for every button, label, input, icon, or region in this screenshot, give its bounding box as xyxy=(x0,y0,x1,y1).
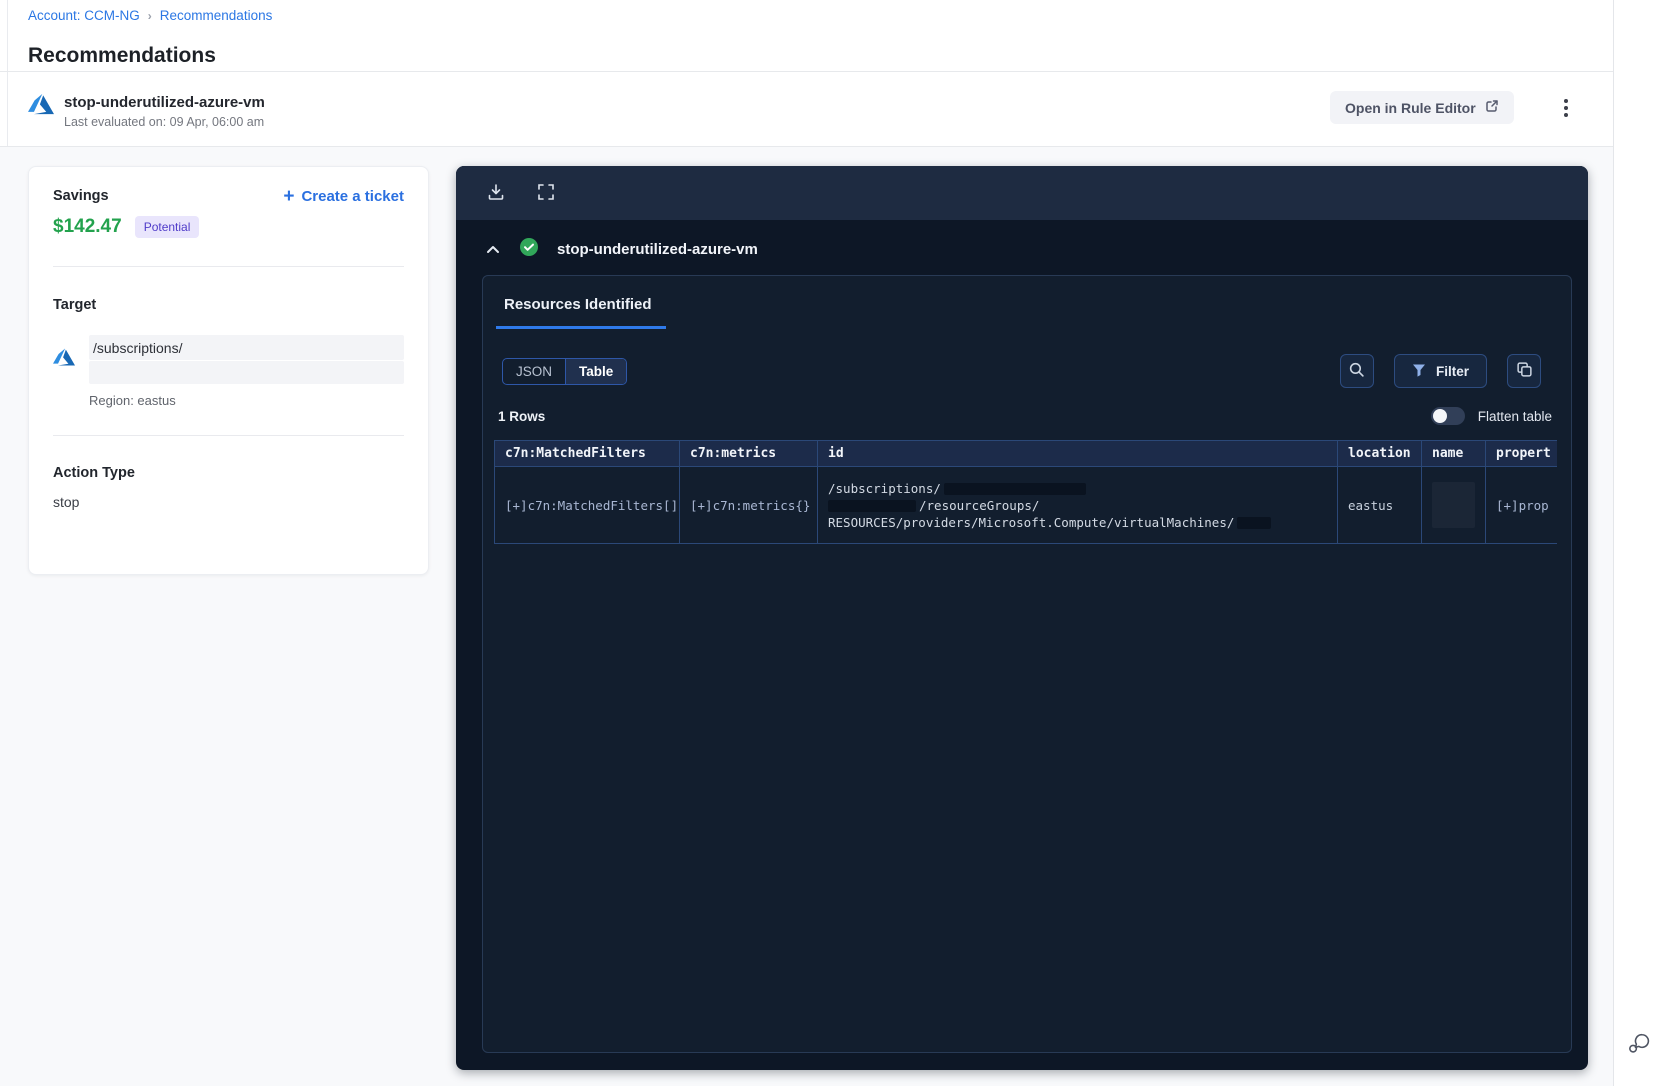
copy-button[interactable] xyxy=(1507,354,1541,388)
search-icon xyxy=(1348,361,1365,381)
more-options-kebab-button[interactable] xyxy=(1552,93,1580,123)
target-region: Region: eastus xyxy=(89,393,176,408)
rule-last-evaluated: Last evaluated on: 09 Apr, 06:00 am xyxy=(64,115,265,129)
breadcrumb-account-link[interactable]: Account: CCM-NG xyxy=(28,8,140,23)
filter-funnel-icon xyxy=(1412,363,1426,380)
resources-table: c7n:MatchedFilters c7n:metrics id locati… xyxy=(494,440,1557,544)
breadcrumb-separator-icon: › xyxy=(147,8,152,23)
table-row: [+]c7n:MatchedFilters[] [+]c7n:metrics{}… xyxy=(494,466,1557,544)
create-ticket-label: Create a ticket xyxy=(301,188,404,205)
create-ticket-button[interactable]: + Create a ticket xyxy=(283,185,404,207)
panel-rule-name: stop-underutilized-azure-vm xyxy=(557,241,758,258)
download-icon xyxy=(486,182,506,205)
target-label: Target xyxy=(53,297,97,313)
open-in-rule-editor-label: Open in Rule Editor xyxy=(1345,99,1476,116)
savings-amount: $142.47 xyxy=(53,216,122,237)
rule-name: stop-underutilized-azure-vm xyxy=(64,94,265,111)
column-header-metrics: c7n:metrics xyxy=(679,440,818,467)
results-panel-toolbar xyxy=(456,166,1588,220)
page-title: Recommendations xyxy=(28,44,216,68)
flatten-table-toggle[interactable] xyxy=(1430,407,1465,425)
view-mode-toggle: JSON Table xyxy=(502,357,628,385)
savings-label: Savings xyxy=(53,188,109,204)
target-path-redacted xyxy=(89,361,404,384)
column-header-id: id xyxy=(817,440,1338,467)
redacted-name-value xyxy=(1432,482,1475,528)
filter-button[interactable]: Filter xyxy=(1393,354,1487,388)
column-header-properties: propert xyxy=(1485,440,1557,467)
divider xyxy=(53,435,404,436)
download-button[interactable] xyxy=(478,175,514,211)
breadcrumb-recommendations-link[interactable]: Recommendations xyxy=(160,8,273,23)
divider xyxy=(0,71,1613,72)
action-type-value: stop xyxy=(53,494,80,510)
search-button[interactable] xyxy=(1339,354,1374,388)
expand-matched-filters[interactable]: [+]c7n:MatchedFilters[] xyxy=(505,498,678,513)
chevron-up-icon xyxy=(486,242,500,257)
toggle-knob xyxy=(1432,409,1447,423)
fullscreen-icon xyxy=(537,183,555,204)
recommendation-summary-card: Savings + Create a ticket $142.47 Potent… xyxy=(28,166,429,575)
rows-count: 1 Rows xyxy=(498,408,546,424)
plus-icon: + xyxy=(283,185,295,207)
target-path: /subscriptions/ xyxy=(89,335,404,360)
tab-resources-identified[interactable]: Resources Identified xyxy=(496,296,666,329)
redacted-resource-group xyxy=(828,500,916,512)
table-header-row: c7n:MatchedFilters c7n:metrics id locati… xyxy=(494,440,1557,467)
copy-icon xyxy=(1516,361,1533,381)
success-check-icon xyxy=(519,237,539,262)
column-header-matched-filters: c7n:MatchedFilters xyxy=(494,440,680,467)
fullscreen-button[interactable] xyxy=(528,175,564,211)
expand-metrics[interactable]: [+]c7n:metrics{} xyxy=(690,498,810,513)
azure-logo-icon xyxy=(53,346,75,373)
chat-bubble-icon xyxy=(1625,1033,1652,1060)
resources-identified-card: Resources Identified JSON Table Filter 1… xyxy=(482,275,1572,1053)
external-link-icon xyxy=(1485,99,1499,116)
divider xyxy=(53,266,404,267)
filter-label: Filter xyxy=(1435,363,1469,379)
help-chat-button[interactable] xyxy=(1625,1030,1652,1060)
resources-table-viewport[interactable]: c7n:MatchedFilters c7n:metrics id locati… xyxy=(494,440,1557,544)
resource-location-cell: eastus xyxy=(1337,466,1422,544)
view-json-button[interactable]: JSON xyxy=(503,359,565,384)
redacted-vm-name xyxy=(1237,517,1272,529)
redacted-subscription-id xyxy=(943,483,1086,495)
view-table-button[interactable]: Table xyxy=(565,358,627,384)
flatten-table-label: Flatten table xyxy=(1477,408,1552,424)
recommendation-detail-page: Account: CCM-NG › Recommendations Recomm… xyxy=(0,0,1662,1086)
open-in-rule-editor-button[interactable]: Open in Rule Editor xyxy=(1330,91,1514,124)
azure-logo-icon xyxy=(28,91,54,117)
column-header-name: name xyxy=(1421,440,1486,467)
target-resource: /subscriptions/ xyxy=(53,335,404,384)
resource-id-cell: /subscriptions/ /resourceGroups/ RESOURC… xyxy=(817,466,1338,544)
evaluation-results-panel: stop-underutilized-azure-vm Resources Id… xyxy=(456,166,1588,1070)
right-rail xyxy=(1613,0,1662,1086)
action-type-label: Action Type xyxy=(53,465,135,481)
resource-name-cell xyxy=(1421,466,1486,544)
collapse-section-button[interactable] xyxy=(482,238,504,261)
column-header-location: location xyxy=(1337,440,1422,467)
breadcrumb: Account: CCM-NG › Recommendations xyxy=(28,8,272,23)
savings-potential-badge: Potential xyxy=(134,216,200,238)
expand-properties[interactable]: [+]prop xyxy=(1496,498,1549,513)
